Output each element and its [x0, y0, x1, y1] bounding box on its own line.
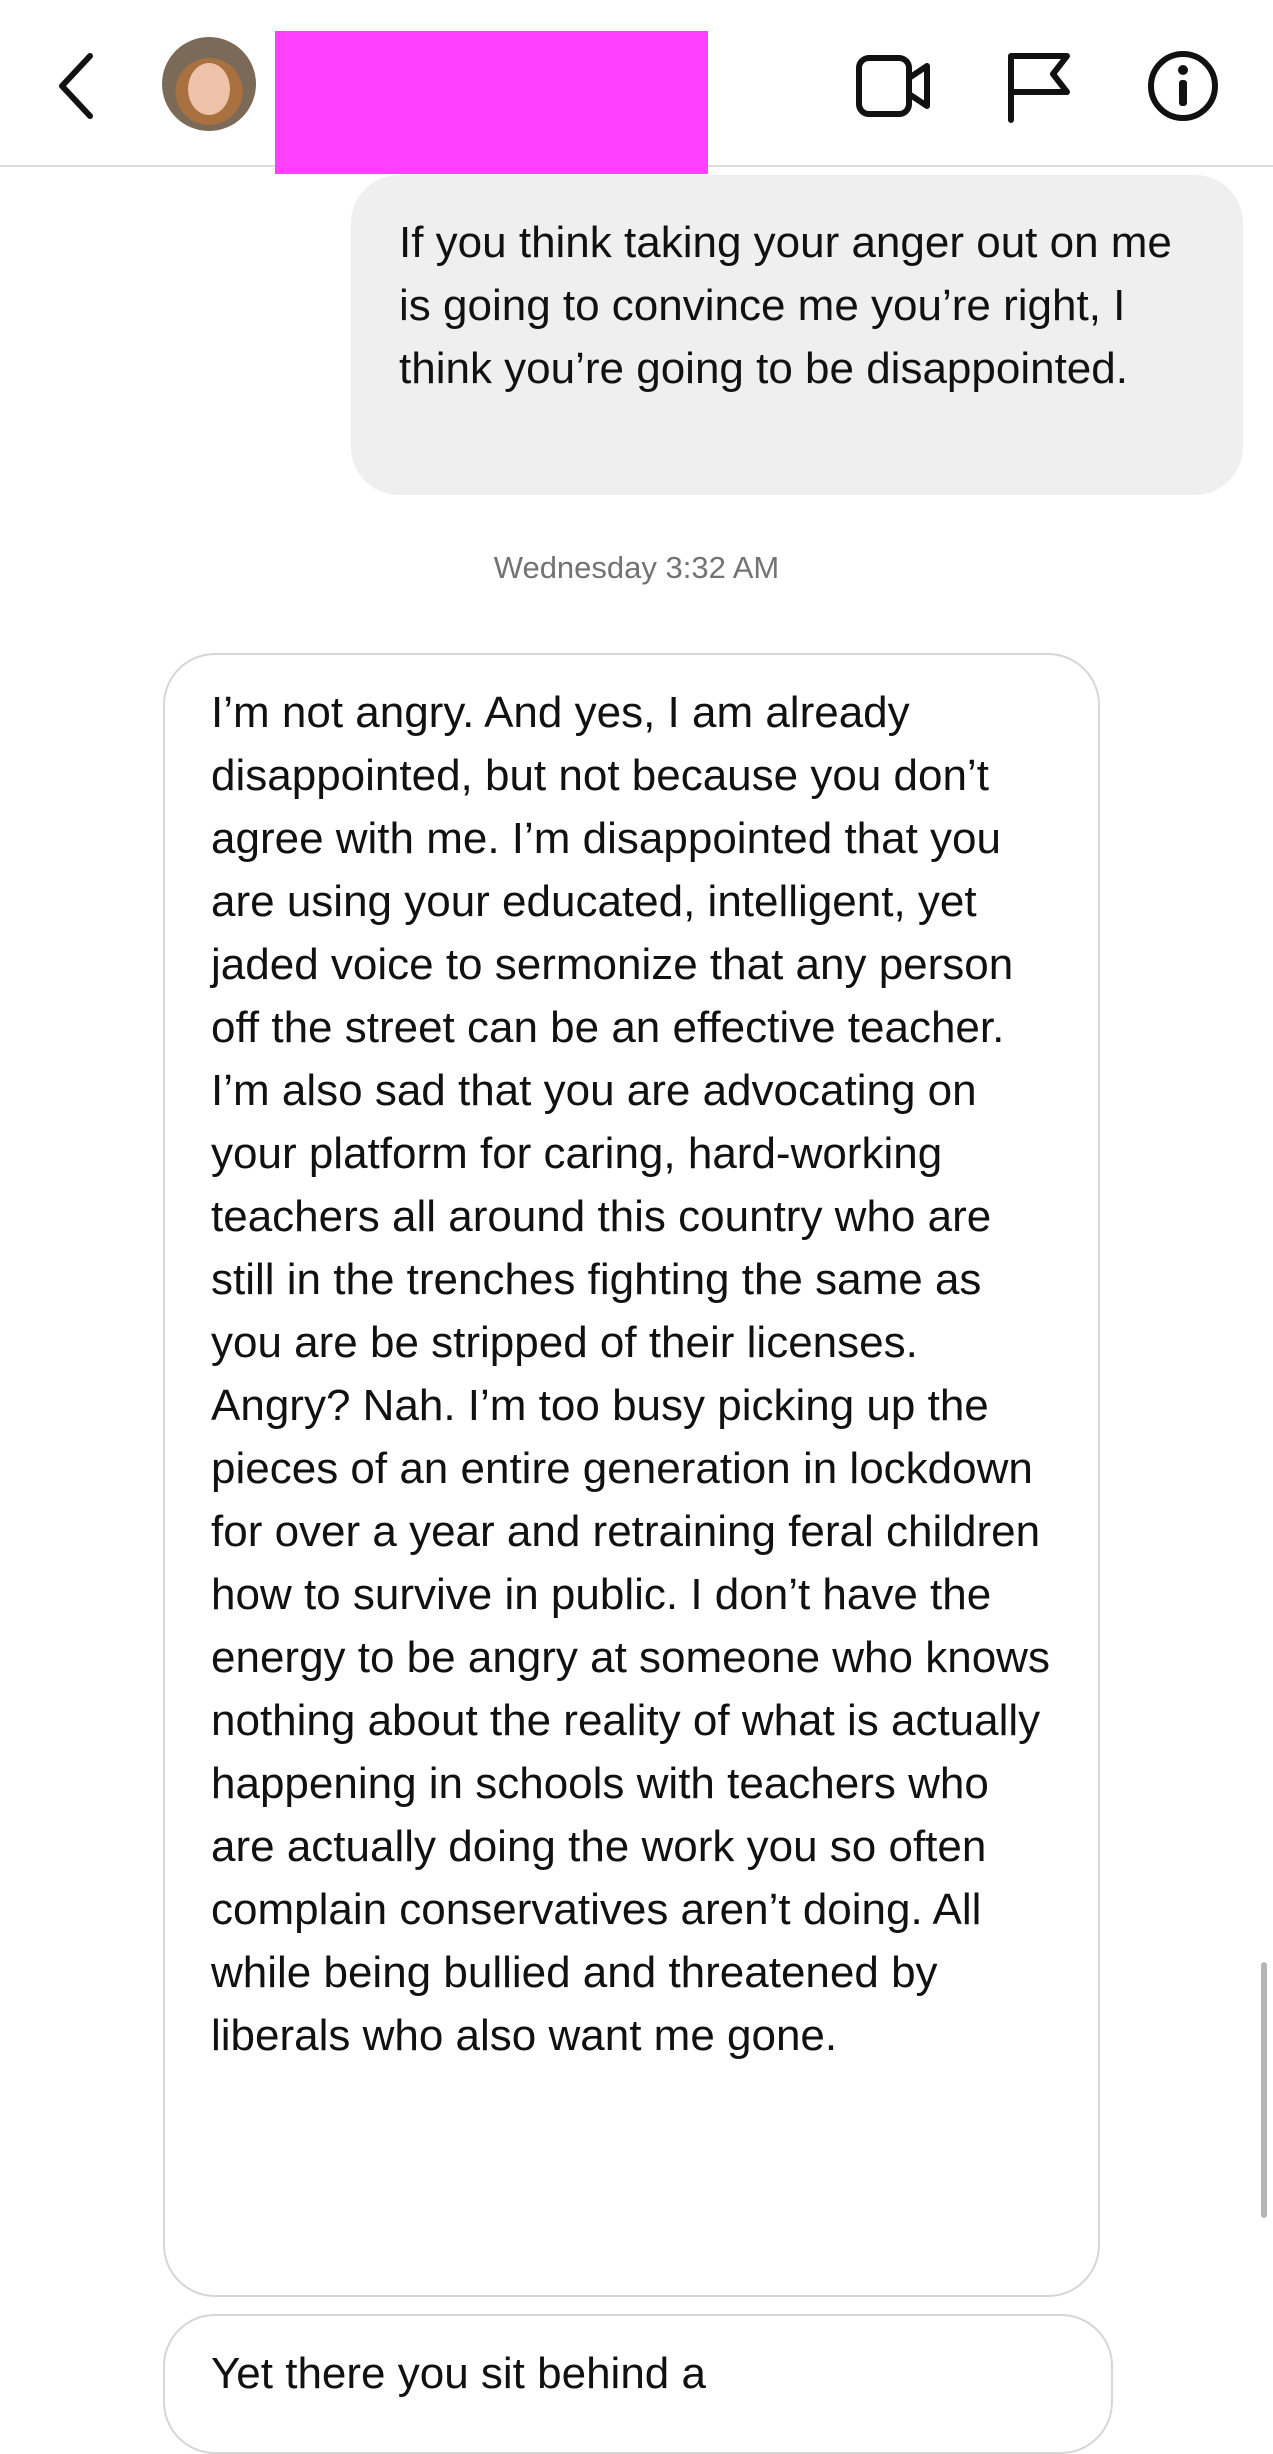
redacted-username[interactable] — [275, 31, 708, 174]
chevron-left-icon — [59, 53, 93, 119]
message-timestamp: Wednesday 3:32 AM — [493, 550, 780, 585]
back-button[interactable] — [52, 48, 102, 124]
flag-icon — [1008, 53, 1070, 123]
received-message-text-partial: Yet there you sit behind a — [211, 2349, 706, 2398]
info-icon — [1148, 51, 1218, 121]
chat-header — [0, 0, 1273, 174]
sent-message-text: If you think taking your anger out on me… — [399, 218, 1172, 393]
received-message-bubble-partial[interactable]: Yet there you sit behind a — [163, 2314, 1113, 2454]
avatar-face — [188, 63, 230, 115]
video-call-button[interactable] — [855, 48, 933, 124]
received-message-text: I’m not angry. And yes, I am already dis… — [211, 688, 1050, 2060]
scrollbar[interactable] — [1261, 1962, 1267, 2218]
sent-message-bubble[interactable]: If you think taking your anger out on me… — [351, 175, 1243, 495]
video-camera-icon — [856, 55, 930, 117]
report-button[interactable] — [1003, 48, 1081, 124]
avatar[interactable] — [162, 37, 256, 131]
conversation-info-button[interactable] — [1144, 48, 1222, 124]
received-message-bubble[interactable]: I’m not angry. And yes, I am already dis… — [163, 653, 1100, 2297]
